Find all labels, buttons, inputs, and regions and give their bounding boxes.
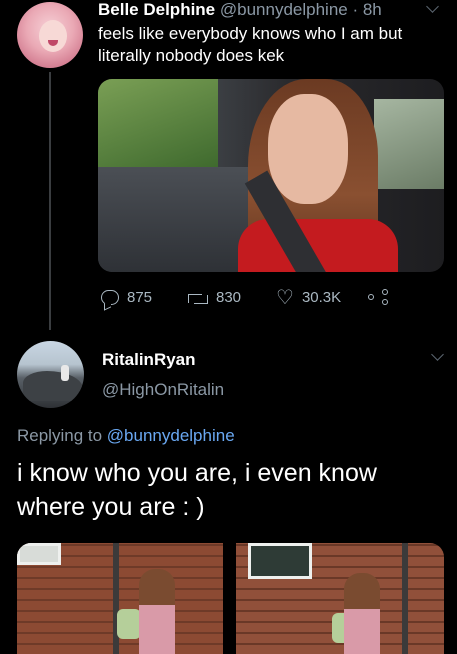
photo-car-window bbox=[98, 79, 218, 167]
photo-bag bbox=[117, 609, 141, 639]
like-count: 30.3K bbox=[301, 289, 342, 306]
tweet1-header: Belle Delphine @bunnydelphine · 8h bbox=[98, 0, 382, 20]
like-icon: ♡ bbox=[276, 286, 294, 309]
reply-button[interactable]: 875 bbox=[101, 289, 152, 306]
tweet2-photo-left[interactable] bbox=[17, 543, 223, 654]
photo-face bbox=[268, 94, 348, 204]
replying-to-label: Replying to bbox=[17, 426, 103, 445]
share-icon bbox=[368, 289, 388, 305]
reply-icon bbox=[101, 290, 119, 305]
avatar-person bbox=[61, 365, 69, 381]
photo-window bbox=[17, 543, 61, 565]
avatar-face bbox=[39, 20, 67, 52]
tweet1-display-name[interactable]: Belle Delphine bbox=[98, 0, 215, 19]
chevron-down-icon[interactable] bbox=[431, 348, 444, 361]
thread-connector-line bbox=[49, 72, 51, 330]
tweet2-photo-right[interactable] bbox=[236, 543, 444, 654]
like-button[interactable]: ♡ 30.3K bbox=[276, 286, 342, 309]
share-button[interactable] bbox=[368, 289, 388, 305]
reply-count: 875 bbox=[127, 289, 153, 306]
photo-person bbox=[344, 573, 380, 654]
tweet1-handle-time[interactable]: @bunnydelphine · 8h bbox=[220, 0, 382, 19]
photo-drainpipe bbox=[402, 543, 408, 654]
avatar-ritalinryan[interactable] bbox=[17, 341, 84, 408]
retweet-count: 830 bbox=[216, 289, 242, 306]
avatar-rocks bbox=[23, 371, 83, 401]
tweet2-text: i know who you are, i even know where yo… bbox=[17, 459, 377, 521]
photo-car-door bbox=[98, 167, 248, 272]
tweet2-display-name[interactable]: RitalinRyan bbox=[102, 350, 196, 370]
retweet-button[interactable]: 830 bbox=[188, 289, 241, 306]
replying-to-mention[interactable]: @bunnydelphine bbox=[107, 426, 235, 445]
replying-to-line: Replying to @bunnydelphine bbox=[17, 426, 235, 446]
retweet-icon bbox=[188, 292, 208, 304]
chevron-down-icon[interactable] bbox=[426, 0, 439, 13]
photo-rear-window bbox=[374, 99, 444, 189]
photo-window bbox=[248, 543, 312, 579]
avatar-belle-delphine[interactable] bbox=[17, 2, 83, 68]
tweet2-handle[interactable]: @HighOnRitalin bbox=[102, 380, 224, 400]
tweet1-photo[interactable] bbox=[98, 79, 444, 272]
tweet1-text: feels like everybody knows who I am but … bbox=[98, 24, 403, 65]
photo-person bbox=[139, 569, 175, 654]
